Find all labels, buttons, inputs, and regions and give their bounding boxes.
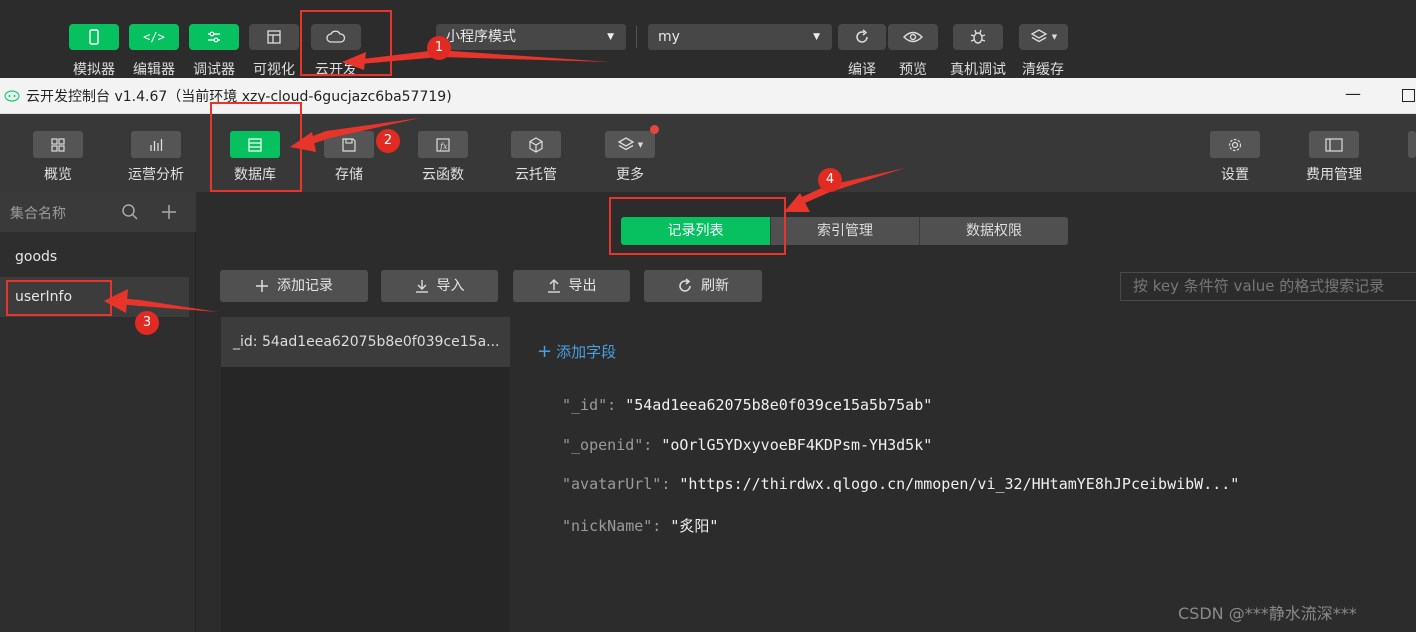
annotation-arrow-2 xyxy=(300,118,420,147)
annotation-badge: 1 xyxy=(427,36,451,60)
annotation-badge: 3 xyxy=(135,311,159,335)
annotation-arrow-1 xyxy=(354,50,610,64)
annotation-badge: 2 xyxy=(376,129,400,153)
annotation-arrow-4 xyxy=(795,168,905,206)
annotation-badge: 4 xyxy=(818,168,842,192)
annotation-arrow-3 xyxy=(118,298,218,312)
annotation-arrows xyxy=(104,50,905,313)
